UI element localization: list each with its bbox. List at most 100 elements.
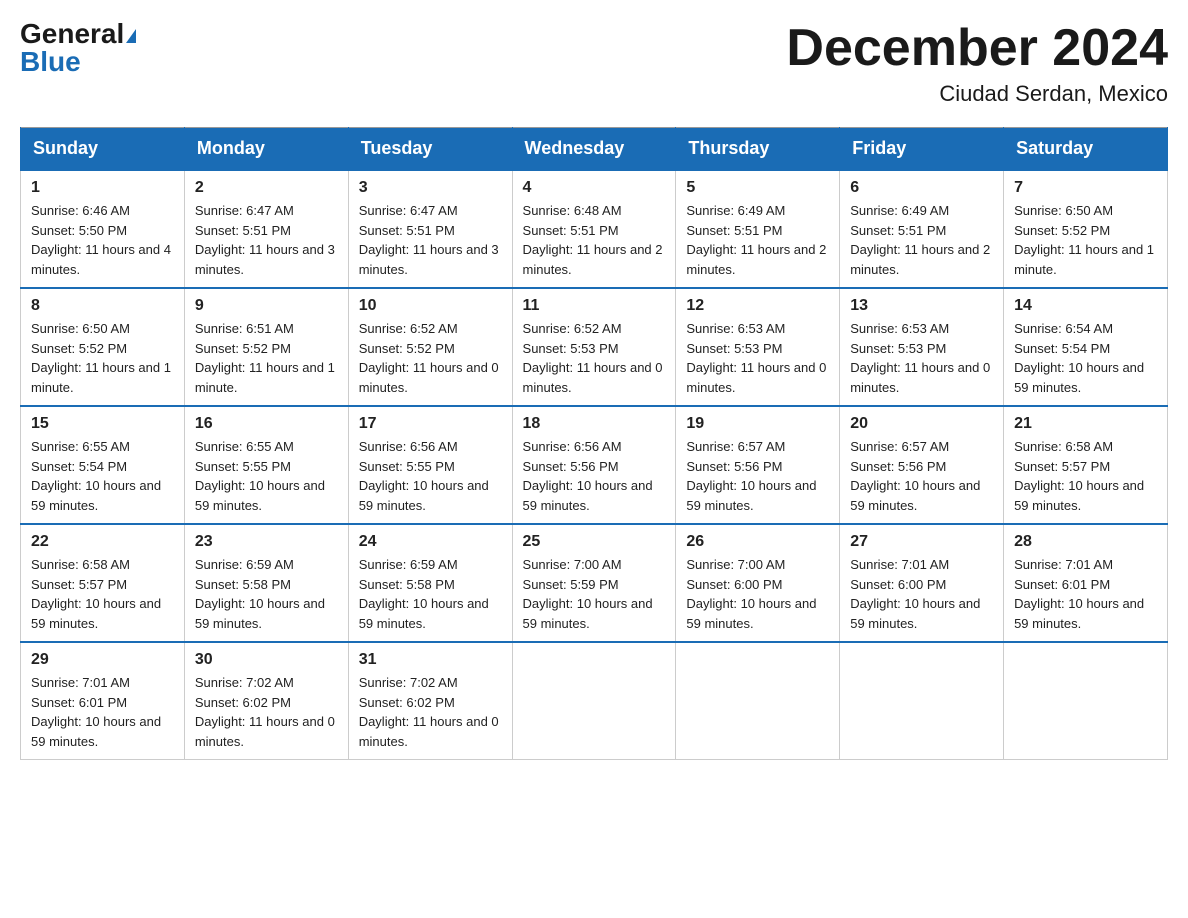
day-number: 15 <box>31 415 174 433</box>
day-info: Sunrise: 6:52 AMSunset: 5:53 PMDaylight:… <box>523 319 666 397</box>
day-number: 23 <box>195 533 338 551</box>
day-info: Sunrise: 6:53 AMSunset: 5:53 PMDaylight:… <box>686 319 829 397</box>
col-header-friday: Friday <box>840 128 1004 171</box>
day-number: 28 <box>1014 533 1157 551</box>
day-info: Sunrise: 7:02 AMSunset: 6:02 PMDaylight:… <box>359 673 502 751</box>
calendar-cell: 10 Sunrise: 6:52 AMSunset: 5:52 PMDaylig… <box>348 288 512 406</box>
calendar-table: SundayMondayTuesdayWednesdayThursdayFrid… <box>20 127 1168 760</box>
day-number: 30 <box>195 651 338 669</box>
day-info: Sunrise: 6:47 AMSunset: 5:51 PMDaylight:… <box>359 201 502 279</box>
col-header-sunday: Sunday <box>21 128 185 171</box>
day-info: Sunrise: 6:55 AMSunset: 5:55 PMDaylight:… <box>195 437 338 515</box>
calendar-week-2: 8 Sunrise: 6:50 AMSunset: 5:52 PMDayligh… <box>21 288 1168 406</box>
day-number: 2 <box>195 179 338 197</box>
day-number: 3 <box>359 179 502 197</box>
day-info: Sunrise: 7:02 AMSunset: 6:02 PMDaylight:… <box>195 673 338 751</box>
header-right: December 2024 Ciudad Serdan, Mexico <box>786 20 1168 107</box>
calendar-header-row: SundayMondayTuesdayWednesdayThursdayFrid… <box>21 128 1168 171</box>
location: Ciudad Serdan, Mexico <box>786 81 1168 107</box>
calendar-cell: 13 Sunrise: 6:53 AMSunset: 5:53 PMDaylig… <box>840 288 1004 406</box>
day-number: 16 <box>195 415 338 433</box>
day-number: 24 <box>359 533 502 551</box>
day-info: Sunrise: 7:01 AMSunset: 6:00 PMDaylight:… <box>850 555 993 633</box>
day-info: Sunrise: 6:49 AMSunset: 5:51 PMDaylight:… <box>850 201 993 279</box>
calendar-cell: 20 Sunrise: 6:57 AMSunset: 5:56 PMDaylig… <box>840 406 1004 524</box>
calendar-cell: 23 Sunrise: 6:59 AMSunset: 5:58 PMDaylig… <box>184 524 348 642</box>
calendar-cell <box>840 642 1004 760</box>
calendar-week-5: 29 Sunrise: 7:01 AMSunset: 6:01 PMDaylig… <box>21 642 1168 760</box>
logo-triangle-icon <box>126 29 136 43</box>
day-number: 10 <box>359 297 502 315</box>
calendar-cell: 22 Sunrise: 6:58 AMSunset: 5:57 PMDaylig… <box>21 524 185 642</box>
day-number: 7 <box>1014 179 1157 197</box>
day-info: Sunrise: 6:53 AMSunset: 5:53 PMDaylight:… <box>850 319 993 397</box>
day-info: Sunrise: 6:56 AMSunset: 5:55 PMDaylight:… <box>359 437 502 515</box>
col-header-saturday: Saturday <box>1004 128 1168 171</box>
day-number: 21 <box>1014 415 1157 433</box>
calendar-cell: 26 Sunrise: 7:00 AMSunset: 6:00 PMDaylig… <box>676 524 840 642</box>
day-info: Sunrise: 6:50 AMSunset: 5:52 PMDaylight:… <box>31 319 174 397</box>
calendar-cell: 2 Sunrise: 6:47 AMSunset: 5:51 PMDayligh… <box>184 170 348 288</box>
day-number: 17 <box>359 415 502 433</box>
day-number: 5 <box>686 179 829 197</box>
day-number: 19 <box>686 415 829 433</box>
day-info: Sunrise: 6:47 AMSunset: 5:51 PMDaylight:… <box>195 201 338 279</box>
calendar-cell: 31 Sunrise: 7:02 AMSunset: 6:02 PMDaylig… <box>348 642 512 760</box>
col-header-tuesday: Tuesday <box>348 128 512 171</box>
logo: General Blue <box>20 20 136 76</box>
calendar-cell: 14 Sunrise: 6:54 AMSunset: 5:54 PMDaylig… <box>1004 288 1168 406</box>
calendar-cell: 9 Sunrise: 6:51 AMSunset: 5:52 PMDayligh… <box>184 288 348 406</box>
day-info: Sunrise: 6:49 AMSunset: 5:51 PMDaylight:… <box>686 201 829 279</box>
calendar-cell: 18 Sunrise: 6:56 AMSunset: 5:56 PMDaylig… <box>512 406 676 524</box>
day-info: Sunrise: 6:59 AMSunset: 5:58 PMDaylight:… <box>359 555 502 633</box>
day-number: 12 <box>686 297 829 315</box>
calendar-cell: 28 Sunrise: 7:01 AMSunset: 6:01 PMDaylig… <box>1004 524 1168 642</box>
calendar-cell: 29 Sunrise: 7:01 AMSunset: 6:01 PMDaylig… <box>21 642 185 760</box>
calendar-cell: 1 Sunrise: 6:46 AMSunset: 5:50 PMDayligh… <box>21 170 185 288</box>
calendar-week-1: 1 Sunrise: 6:46 AMSunset: 5:50 PMDayligh… <box>21 170 1168 288</box>
calendar-cell: 3 Sunrise: 6:47 AMSunset: 5:51 PMDayligh… <box>348 170 512 288</box>
day-info: Sunrise: 6:58 AMSunset: 5:57 PMDaylight:… <box>31 555 174 633</box>
calendar-cell <box>676 642 840 760</box>
day-info: Sunrise: 6:58 AMSunset: 5:57 PMDaylight:… <box>1014 437 1157 515</box>
day-info: Sunrise: 6:59 AMSunset: 5:58 PMDaylight:… <box>195 555 338 633</box>
day-info: Sunrise: 6:50 AMSunset: 5:52 PMDaylight:… <box>1014 201 1157 279</box>
calendar-cell: 11 Sunrise: 6:52 AMSunset: 5:53 PMDaylig… <box>512 288 676 406</box>
calendar-cell: 4 Sunrise: 6:48 AMSunset: 5:51 PMDayligh… <box>512 170 676 288</box>
logo-blue-text: Blue <box>20 46 81 77</box>
calendar-cell: 24 Sunrise: 6:59 AMSunset: 5:58 PMDaylig… <box>348 524 512 642</box>
calendar-cell: 16 Sunrise: 6:55 AMSunset: 5:55 PMDaylig… <box>184 406 348 524</box>
calendar-week-4: 22 Sunrise: 6:58 AMSunset: 5:57 PMDaylig… <box>21 524 1168 642</box>
day-number: 20 <box>850 415 993 433</box>
day-info: Sunrise: 6:51 AMSunset: 5:52 PMDaylight:… <box>195 319 338 397</box>
day-info: Sunrise: 6:54 AMSunset: 5:54 PMDaylight:… <box>1014 319 1157 397</box>
day-info: Sunrise: 6:57 AMSunset: 5:56 PMDaylight:… <box>686 437 829 515</box>
calendar-cell: 7 Sunrise: 6:50 AMSunset: 5:52 PMDayligh… <box>1004 170 1168 288</box>
day-number: 29 <box>31 651 174 669</box>
day-info: Sunrise: 6:56 AMSunset: 5:56 PMDaylight:… <box>523 437 666 515</box>
day-number: 14 <box>1014 297 1157 315</box>
calendar-week-3: 15 Sunrise: 6:55 AMSunset: 5:54 PMDaylig… <box>21 406 1168 524</box>
col-header-monday: Monday <box>184 128 348 171</box>
day-number: 31 <box>359 651 502 669</box>
day-info: Sunrise: 7:01 AMSunset: 6:01 PMDaylight:… <box>31 673 174 751</box>
day-info: Sunrise: 6:46 AMSunset: 5:50 PMDaylight:… <box>31 201 174 279</box>
month-title: December 2024 <box>786 20 1168 77</box>
logo-general-text: General <box>20 18 124 49</box>
day-number: 6 <box>850 179 993 197</box>
day-number: 4 <box>523 179 666 197</box>
calendar-cell: 21 Sunrise: 6:58 AMSunset: 5:57 PMDaylig… <box>1004 406 1168 524</box>
day-number: 26 <box>686 533 829 551</box>
day-number: 18 <box>523 415 666 433</box>
day-info: Sunrise: 6:52 AMSunset: 5:52 PMDaylight:… <box>359 319 502 397</box>
page-header: General Blue December 2024 Ciudad Serdan… <box>20 20 1168 107</box>
calendar-cell: 12 Sunrise: 6:53 AMSunset: 5:53 PMDaylig… <box>676 288 840 406</box>
day-info: Sunrise: 6:48 AMSunset: 5:51 PMDaylight:… <box>523 201 666 279</box>
day-number: 1 <box>31 179 174 197</box>
day-info: Sunrise: 7:00 AMSunset: 6:00 PMDaylight:… <box>686 555 829 633</box>
day-number: 9 <box>195 297 338 315</box>
day-info: Sunrise: 6:55 AMSunset: 5:54 PMDaylight:… <box>31 437 174 515</box>
calendar-cell <box>1004 642 1168 760</box>
day-number: 25 <box>523 533 666 551</box>
day-info: Sunrise: 6:57 AMSunset: 5:56 PMDaylight:… <box>850 437 993 515</box>
